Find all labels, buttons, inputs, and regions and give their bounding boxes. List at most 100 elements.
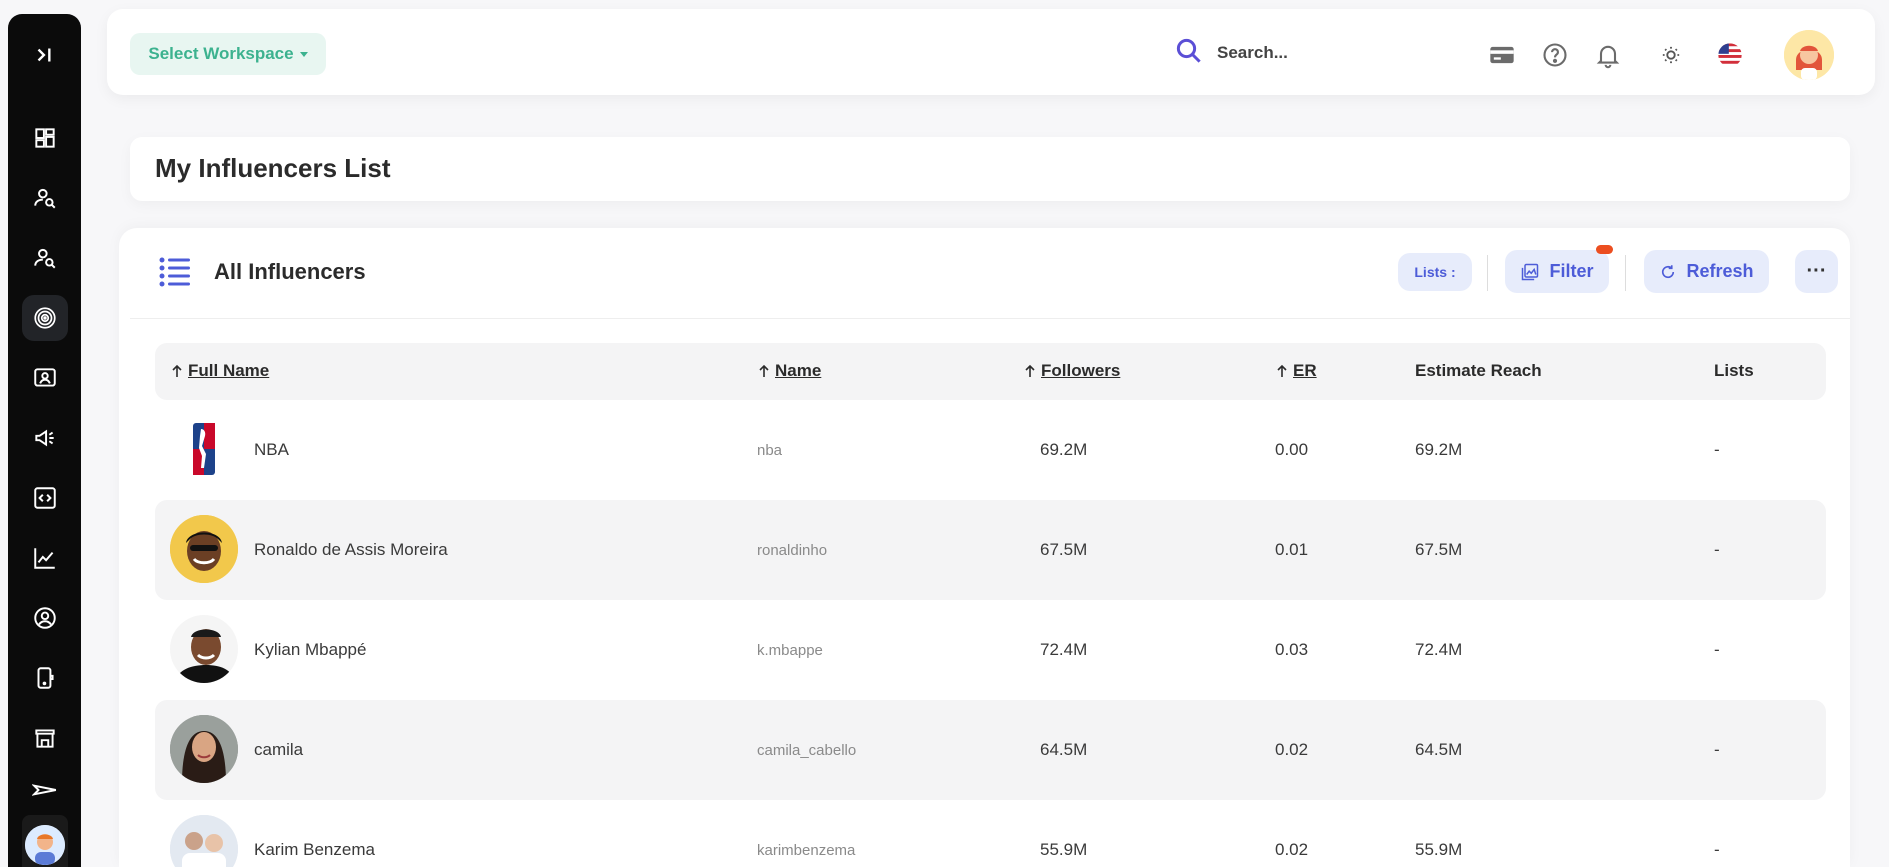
column-label: Lists xyxy=(1714,361,1754,380)
user-avatar-icon xyxy=(25,825,65,865)
followers-value: 55.9M xyxy=(1040,840,1088,859)
collapse-sidebar-button[interactable] xyxy=(22,32,68,78)
lists-value: - xyxy=(1714,840,1720,859)
more-options-button[interactable]: ··· xyxy=(1795,250,1838,293)
column-header-lists: Lists xyxy=(1714,361,1754,381)
phone-icon xyxy=(37,667,54,689)
target-icon xyxy=(34,307,56,329)
username: camila_cabello xyxy=(757,742,857,759)
sort-up-icon xyxy=(172,364,182,377)
page-title: My Influencers List xyxy=(155,153,391,183)
sidebar-item-analytics[interactable] xyxy=(22,535,68,581)
refresh-icon xyxy=(1662,264,1675,278)
person-photo-icon xyxy=(170,515,238,583)
filter-button[interactable]: Filter xyxy=(1505,250,1609,293)
us-flag-icon xyxy=(1718,43,1742,67)
followers-value: 64.5M xyxy=(1040,740,1088,759)
notifications-button[interactable] xyxy=(1591,38,1625,72)
code-icon xyxy=(34,487,56,509)
help-button[interactable] xyxy=(1538,38,1572,72)
sidebar-item-travel[interactable] xyxy=(22,775,68,805)
plane-icon xyxy=(32,784,57,796)
user-avatar[interactable] xyxy=(1784,30,1834,80)
search-user-alt-icon xyxy=(34,248,56,269)
sun-icon xyxy=(1662,46,1680,64)
full-name: Karim Benzema xyxy=(254,840,375,859)
username: k.mbappe xyxy=(757,642,823,659)
sidebar-item-mobile[interactable] xyxy=(22,655,68,701)
sort-up-icon xyxy=(759,364,769,377)
sidebar xyxy=(8,14,81,867)
person-photo-icon xyxy=(170,615,238,683)
workspace-label: Select Workspace xyxy=(148,44,294,63)
sidebar-item-profile[interactable] xyxy=(22,595,68,641)
sidebar-item-store[interactable] xyxy=(22,715,68,761)
theme-toggle-button[interactable] xyxy=(1654,38,1688,72)
full-name: NBA xyxy=(254,440,289,459)
sidebar-item-presentation[interactable] xyxy=(22,355,68,401)
er-value: 0.02 xyxy=(1275,840,1309,859)
nba-logo-icon xyxy=(193,423,215,475)
followers-value: 69.2M xyxy=(1040,440,1088,459)
search-icon xyxy=(1176,38,1201,63)
filter-icon xyxy=(1522,263,1539,280)
caret-down-icon xyxy=(299,51,308,57)
sidebar-item-dashboard[interactable] xyxy=(22,115,68,161)
er-value: 0.03 xyxy=(1275,640,1309,659)
table-row[interactable]: NBA nba 69.2M 0.00 69.2M - xyxy=(155,400,1826,500)
column-header-estimate-reach: Estimate Reach xyxy=(1415,361,1542,381)
table-row[interactable]: Ronaldo de Assis Moreira ronaldinho 67.5… xyxy=(155,500,1826,600)
table-row[interactable]: Kylian Mbappé k.mbappe 72.4M 0.03 72.4M … xyxy=(155,600,1826,700)
person-photo-icon xyxy=(170,715,238,783)
table-row[interactable]: camila camila_cabello 64.5M 0.02 64.5M - xyxy=(155,700,1826,800)
influencers-card: All Influencers Lists : Filter Refresh ·… xyxy=(119,228,1850,867)
table-row[interactable]: Karim Benzema karimbenzema 55.9M 0.02 55… xyxy=(155,800,1826,867)
bell-icon xyxy=(1596,45,1620,69)
filter-active-badge xyxy=(1596,245,1613,254)
card-icon xyxy=(1490,46,1514,64)
influencer-avatar xyxy=(170,615,238,683)
person-photo-icon xyxy=(170,815,238,867)
reach-value: 67.5M xyxy=(1415,540,1463,559)
lists-value: - xyxy=(1714,740,1720,759)
presentation-icon xyxy=(34,368,56,387)
sort-up-icon xyxy=(1025,364,1035,377)
column-header-name[interactable]: Name xyxy=(758,361,821,381)
influencer-avatar xyxy=(170,515,238,583)
full-name: camila xyxy=(254,740,304,759)
sidebar-item-campaigns[interactable] xyxy=(22,415,68,461)
lists-selector[interactable]: Lists : xyxy=(1398,253,1472,291)
sidebar-item-embed[interactable] xyxy=(22,475,68,521)
help-icon xyxy=(1543,43,1567,67)
divider xyxy=(1487,255,1488,291)
reach-value: 69.2M xyxy=(1415,440,1463,459)
user-avatar-icon xyxy=(1784,30,1834,80)
column-label: Name xyxy=(775,361,822,380)
column-header-followers[interactable]: Followers xyxy=(1024,361,1120,381)
profile-icon xyxy=(34,607,56,629)
refresh-label: Refresh xyxy=(1686,261,1754,281)
followers-value: 67.5M xyxy=(1040,540,1088,559)
lists-value: - xyxy=(1714,640,1720,659)
card-title: All Influencers xyxy=(214,259,366,284)
sidebar-item-targeting[interactable] xyxy=(22,295,68,341)
reach-value: 55.9M xyxy=(1415,840,1463,859)
er-value: 0.02 xyxy=(1275,740,1309,759)
search-user-icon xyxy=(34,188,56,209)
page-title-card: My Influencers List xyxy=(130,137,1850,201)
sidebar-item-search-users[interactable] xyxy=(22,235,68,281)
collapse-icon xyxy=(37,48,51,62)
sidebar-user-avatar[interactable] xyxy=(22,815,68,867)
lists-value: - xyxy=(1714,440,1720,459)
store-icon xyxy=(35,729,55,748)
er-value: 0.00 xyxy=(1275,440,1309,459)
billing-button[interactable] xyxy=(1485,38,1519,72)
column-header-er[interactable]: ER xyxy=(1276,361,1317,381)
column-header-full-name[interactable]: Full Name xyxy=(171,361,269,381)
refresh-button[interactable]: Refresh xyxy=(1644,250,1769,293)
column-label: Estimate Reach xyxy=(1415,361,1542,380)
search-input[interactable] xyxy=(1217,39,1417,67)
language-button[interactable] xyxy=(1713,38,1747,72)
select-workspace-button[interactable]: Select Workspace xyxy=(130,33,326,75)
sidebar-item-search-influencers[interactable] xyxy=(22,175,68,221)
